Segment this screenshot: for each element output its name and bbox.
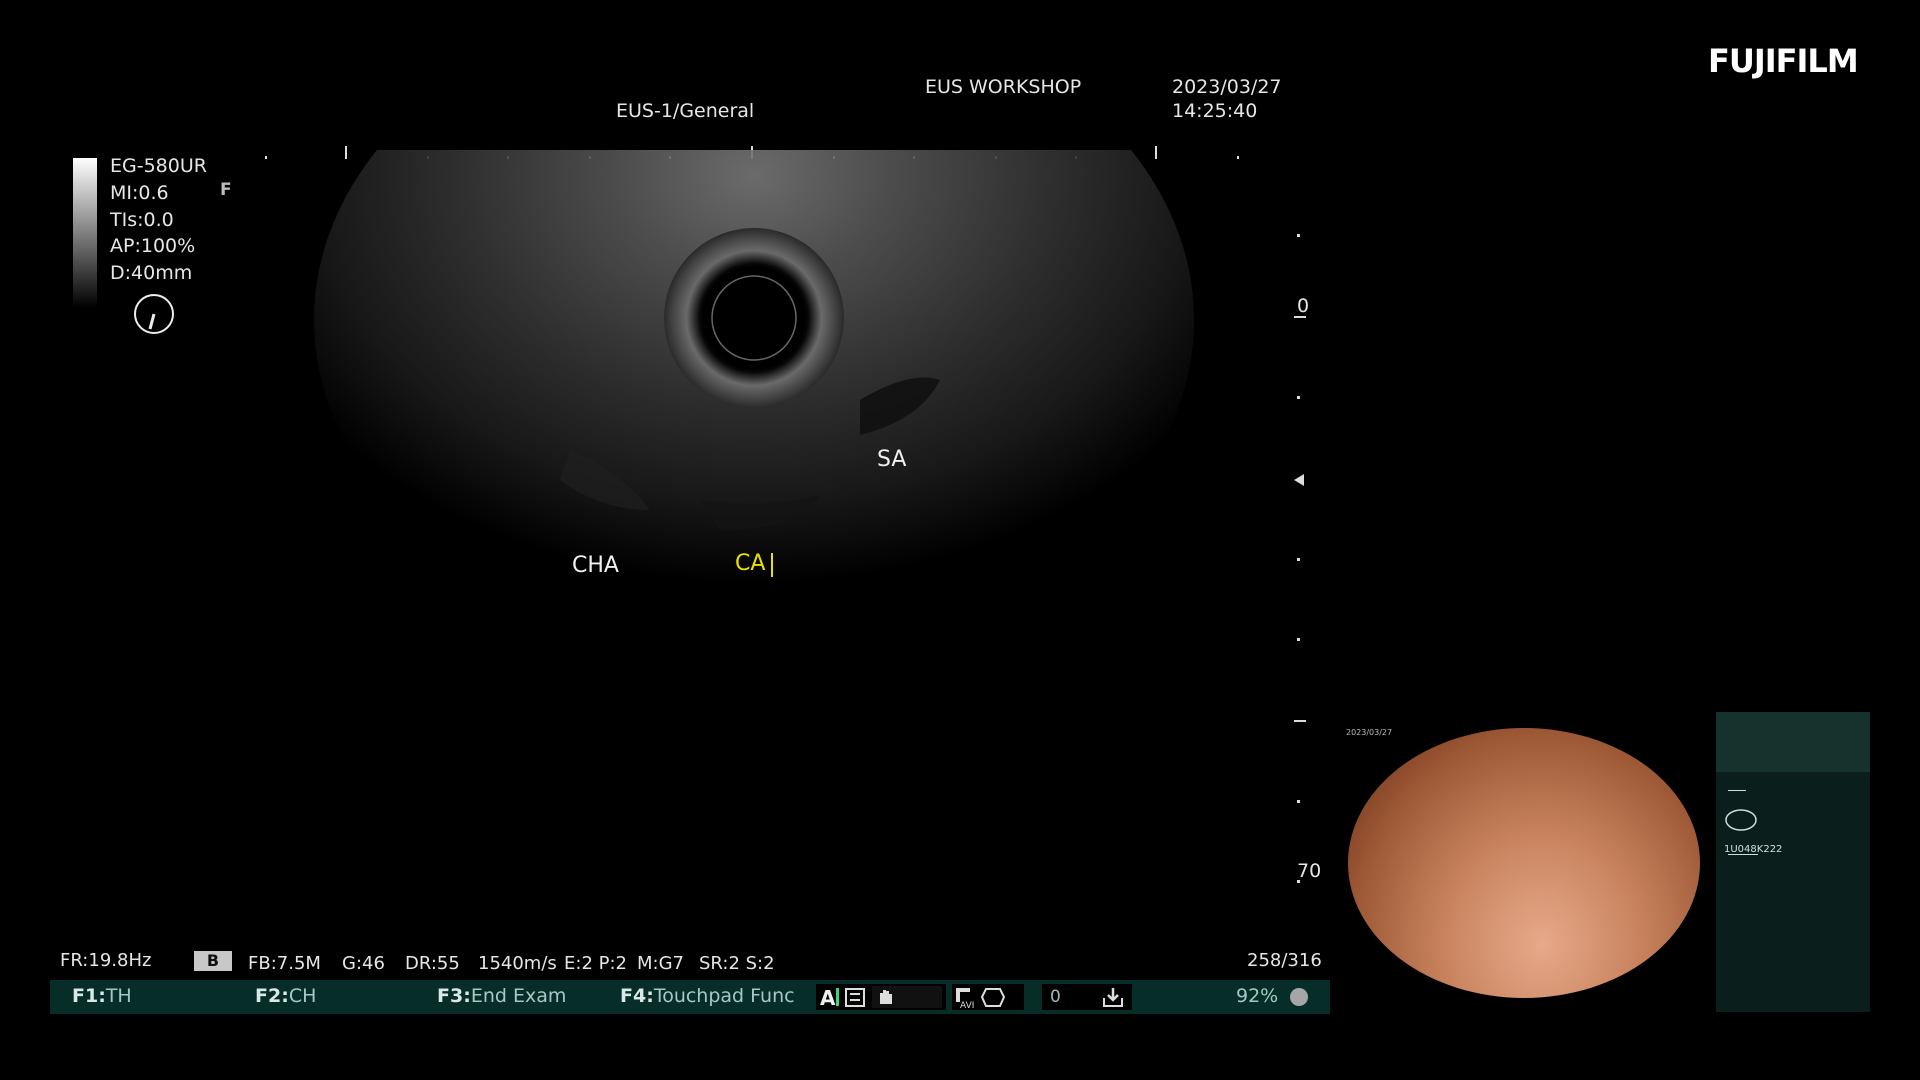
storage-percent: 92%	[1236, 985, 1279, 1007]
thermal-index: TIs:0.0	[110, 209, 174, 231]
depth-scale	[1294, 234, 1306, 883]
text-cursor-icon[interactable]: A	[820, 986, 839, 1010]
frequency-setting: FB:7.5M	[248, 953, 321, 974]
info-panel-header	[1716, 712, 1870, 772]
f1-button[interactable]: F1:TH	[72, 985, 132, 1007]
info-line-1	[1728, 790, 1746, 791]
mode-badge: B	[194, 951, 232, 971]
avi-record-icon[interactable]: AVI	[956, 988, 974, 1011]
annotation-ca[interactable]: CA	[735, 551, 765, 576]
endoscope-pip-view[interactable]	[1348, 728, 1700, 998]
record-tools: AVI	[956, 988, 1006, 1011]
enhance-persistence-setting: E:2 P:2	[564, 953, 627, 974]
depth-setting: D:40mm	[110, 262, 193, 284]
mechanical-index: MI:0.6	[110, 182, 169, 204]
f2-label: CH	[288, 985, 317, 1007]
function-key-bar: F1:TH F2:CH F3:End Exam F4:Touchpad Func…	[50, 980, 1330, 1014]
f2-key: F2:	[255, 985, 289, 1007]
institution-label: EUS WORKSHOP	[925, 76, 1082, 98]
f4-button[interactable]: F4:Touchpad Func	[620, 985, 795, 1007]
f3-key: F3:	[437, 985, 471, 1007]
depth-bottom-label: 70	[1297, 860, 1322, 882]
annotation-tools: A	[820, 986, 942, 1010]
f3-button[interactable]: F3:End Exam	[437, 985, 566, 1007]
pip-date: 2023/03/27	[1346, 728, 1393, 737]
zoom-indicator-icon	[1725, 809, 1757, 831]
f1-label: TH	[105, 985, 132, 1007]
preset-label: EUS-1/General	[616, 100, 755, 122]
sound-speed-setting: 1540m/s	[478, 953, 557, 974]
text-cursor	[771, 553, 773, 577]
f3-label: End Exam	[470, 985, 567, 1007]
probe-model: EG-580UR	[110, 155, 207, 177]
endoscope-info-panel: 1U048K222	[1716, 712, 1870, 1012]
smoothing-setting: SR:2 S:2	[699, 953, 775, 974]
frame-rate: FR:19.8Hz	[60, 950, 152, 971]
record-icon-group: AVI	[952, 984, 1024, 1011]
fujifilm-logo: FUJIFILM	[1708, 42, 1859, 80]
counter-value: 0	[1050, 987, 1061, 1007]
gain-setting: G:46	[342, 953, 385, 974]
tool-icon-group: A	[816, 984, 946, 1010]
f4-key: F4:	[620, 985, 654, 1007]
depth-top-label: 0	[1297, 295, 1310, 317]
hand-icon[interactable]	[872, 986, 942, 1008]
f1-key: F1:	[72, 985, 106, 1007]
ultrasound-image[interactable]	[300, 150, 1300, 710]
probe-orientation-icon	[134, 294, 174, 334]
time-label: 14:25:40	[1172, 100, 1258, 122]
status-indicator	[1290, 988, 1308, 1006]
acoustic-power: AP:100%	[110, 235, 196, 257]
map-setting: M:G7	[637, 953, 684, 974]
annotation-cha[interactable]: CHA	[572, 553, 619, 578]
date-label: 2023/03/27	[1172, 76, 1282, 98]
frame-counter: 258/316	[1247, 950, 1322, 971]
f4-label: Touchpad Func	[653, 985, 795, 1007]
svg-text:A: A	[820, 986, 836, 1010]
annotation-sa[interactable]: SA	[877, 447, 906, 472]
info-line-2	[1728, 854, 1758, 855]
counter-box[interactable]: 0	[1042, 984, 1132, 1010]
save-download-icon[interactable]	[1100, 986, 1126, 1008]
grayscale-bar	[73, 158, 97, 308]
f2-button[interactable]: F2:CH	[255, 985, 316, 1007]
dynamic-range-setting: DR:55	[405, 953, 460, 974]
focus-marker: F	[220, 180, 232, 200]
svg-text:AVI: AVI	[960, 1001, 974, 1010]
body-mark-icon[interactable]	[980, 988, 1006, 1007]
cine-film-icon[interactable]	[845, 988, 865, 1007]
